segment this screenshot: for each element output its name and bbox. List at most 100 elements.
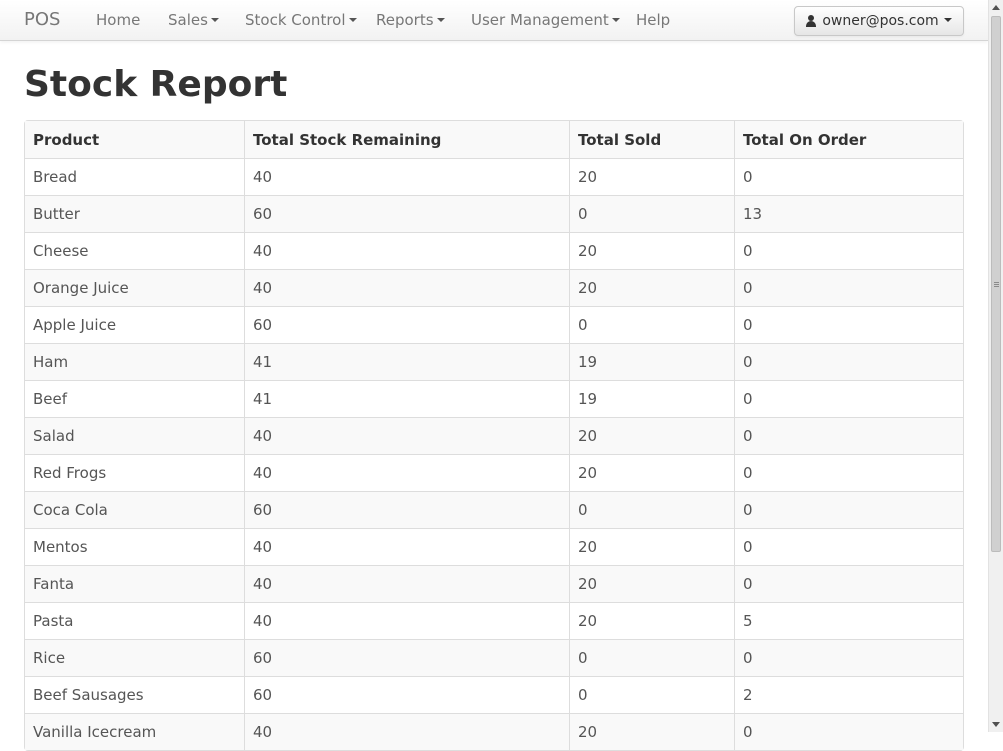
cell-product: Beef Sausages [25, 676, 244, 713]
cell-total-sold: 19 [569, 380, 734, 417]
table-row: Orange Juice 40 20 0 [25, 269, 963, 306]
cell-total-on-order: 0 [734, 343, 963, 380]
nav-home-label: Home [96, 11, 141, 29]
cell-product: Mentos [25, 528, 244, 565]
navbar: POS Home Sales Stock Control Reports Use… [0, 0, 988, 41]
column-header-product: Product [25, 121, 244, 158]
cell-total-on-order: 2 [734, 676, 963, 713]
table-row: Butter 60 0 13 [25, 195, 963, 232]
caret-down-icon [348, 17, 357, 22]
cell-total-on-order: 0 [734, 306, 963, 343]
nav-reports-dropdown[interactable]: Reports [376, 11, 445, 29]
vertical-scrollbar[interactable] [988, 0, 1003, 732]
cell-total-sold: 20 [569, 417, 734, 454]
cell-total-stock-remaining: 60 [244, 491, 569, 528]
cell-product: Rice [25, 639, 244, 676]
cell-total-sold: 0 [569, 306, 734, 343]
cell-product: Orange Juice [25, 269, 244, 306]
nav-stock-control-dropdown[interactable]: Stock Control [245, 11, 357, 29]
cell-total-stock-remaining: 40 [244, 565, 569, 602]
cell-total-on-order: 0 [734, 639, 963, 676]
nav-sales-dropdown[interactable]: Sales [168, 11, 219, 29]
table-row: Salad 40 20 0 [25, 417, 963, 454]
nav-help[interactable]: Help [636, 11, 670, 29]
cell-total-sold: 19 [569, 343, 734, 380]
table-row: Red Frogs 40 20 0 [25, 454, 963, 491]
cell-total-stock-remaining: 60 [244, 195, 569, 232]
column-header-total-stock-remaining: Total Stock Remaining [244, 121, 569, 158]
column-header-total-on-order: Total On Order [734, 121, 963, 158]
cell-total-sold: 20 [569, 158, 734, 195]
user-email-label: owner@pos.com [822, 13, 939, 29]
cell-total-sold: 20 [569, 565, 734, 602]
page-title: Stock Report [24, 64, 288, 105]
cell-total-on-order: 0 [734, 528, 963, 565]
nav-reports-label: Reports [376, 11, 434, 29]
brand-link[interactable]: POS [24, 9, 60, 30]
table-row: Cheese 40 20 0 [25, 232, 963, 269]
cell-product: Coca Cola [25, 491, 244, 528]
table-row: Bread 40 20 0 [25, 158, 963, 195]
cell-product: Beef [25, 380, 244, 417]
cell-product: Red Frogs [25, 454, 244, 491]
nav-user-management-label: User Management [471, 11, 609, 29]
caret-down-icon [943, 18, 952, 22]
cell-total-sold: 0 [569, 676, 734, 713]
cell-total-stock-remaining: 60 [244, 676, 569, 713]
table-header-row: Product Total Stock Remaining Total Sold… [25, 121, 963, 158]
cell-total-sold: 20 [569, 528, 734, 565]
cell-total-sold: 0 [569, 491, 734, 528]
nav-home[interactable]: Home [96, 11, 140, 29]
cell-total-on-order: 0 [734, 158, 963, 195]
cell-total-sold: 20 [569, 602, 734, 639]
cell-total-on-order: 0 [734, 491, 963, 528]
cell-total-on-order: 0 [734, 380, 963, 417]
cell-total-stock-remaining: 40 [244, 602, 569, 639]
cell-total-stock-remaining: 40 [244, 454, 569, 491]
cell-total-on-order: 0 [734, 232, 963, 269]
cell-total-on-order: 0 [734, 417, 963, 454]
table-row: Rice 60 0 0 [25, 639, 963, 676]
caret-down-icon [210, 17, 219, 22]
cell-product: Bread [25, 158, 244, 195]
cell-product: Cheese [25, 232, 244, 269]
cell-total-sold: 20 [569, 269, 734, 306]
table-body: Bread 40 20 0 Butter 60 0 13 Cheese 40 20 0 Orange J… [25, 158, 963, 750]
cell-total-on-order: 0 [734, 454, 963, 491]
table-row: Fanta 40 20 0 [25, 565, 963, 602]
column-header-total-sold: Total Sold [569, 121, 734, 158]
cell-product: Butter [25, 195, 244, 232]
cell-total-stock-remaining: 41 [244, 380, 569, 417]
nav-stock-control-label: Stock Control [245, 11, 346, 29]
table-row: Coca Cola 60 0 0 [25, 491, 963, 528]
cell-total-on-order: 5 [734, 602, 963, 639]
table-row: Pasta 40 20 5 [25, 602, 963, 639]
caret-down-icon [436, 17, 445, 22]
table-row: Ham 41 19 0 [25, 343, 963, 380]
cell-total-sold: 0 [569, 639, 734, 676]
cell-total-stock-remaining: 40 [244, 528, 569, 565]
table-row: Mentos 40 20 0 [25, 528, 963, 565]
scroll-up-arrow-icon[interactable] [992, 5, 1000, 10]
nav-sales-label: Sales [168, 11, 208, 29]
cell-total-sold: 20 [569, 232, 734, 269]
scrollbar-thumb[interactable] [991, 16, 1001, 552]
nav-user-management-dropdown[interactable]: User Management [471, 11, 620, 29]
user-icon [806, 15, 817, 27]
cell-product: Apple Juice [25, 306, 244, 343]
table-row: Beef Sausages 60 0 2 [25, 676, 963, 713]
cell-total-on-order: 0 [734, 565, 963, 602]
cell-product: Pasta [25, 602, 244, 639]
cell-total-on-order: 0 [734, 269, 963, 306]
cell-total-stock-remaining: 40 [244, 269, 569, 306]
user-menu-button[interactable]: owner@pos.com [794, 6, 964, 36]
cell-total-stock-remaining: 40 [244, 232, 569, 269]
cell-product: Salad [25, 417, 244, 454]
cell-total-stock-remaining: 60 [244, 306, 569, 343]
cell-product: Ham [25, 343, 244, 380]
cell-total-stock-remaining: 40 [244, 158, 569, 195]
caret-down-icon [611, 17, 620, 22]
nav-help-label: Help [636, 11, 671, 29]
scroll-down-arrow-icon[interactable] [992, 722, 1000, 727]
cell-total-stock-remaining: 40 [244, 417, 569, 454]
